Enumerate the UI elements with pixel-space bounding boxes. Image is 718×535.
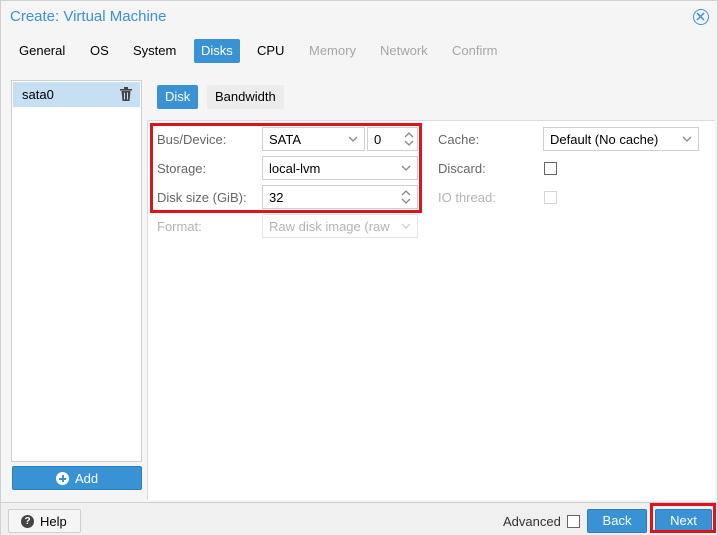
add-disk-button[interactable]: Add xyxy=(12,466,142,490)
question-icon: ? xyxy=(21,515,34,528)
tab-os[interactable]: OS xyxy=(83,39,116,63)
disk-form: Bus/Device: SATA 0 Storage: local-lvm Di… xyxy=(147,120,715,500)
cache-value: Default (No cache) xyxy=(550,132,659,147)
next-button[interactable]: Next xyxy=(655,509,712,533)
advanced-label: Advanced xyxy=(503,514,561,529)
add-button-label: Add xyxy=(75,471,99,486)
io-thread-label: IO thread: xyxy=(438,190,496,205)
tab-network: Network xyxy=(380,43,428,58)
tab-confirm: Confirm xyxy=(452,43,498,58)
trash-icon[interactable] xyxy=(120,87,132,101)
advanced-checkbox[interactable] xyxy=(567,515,580,528)
create-vm-dialog: Create: Virtual Machine General OS Syste… xyxy=(0,0,718,535)
spinner-icon[interactable] xyxy=(403,131,415,147)
disk-item-label: sata0 xyxy=(22,87,54,102)
close-icon[interactable] xyxy=(693,9,709,25)
disk-list: sata0 xyxy=(11,80,142,462)
storage-label: Storage: xyxy=(157,161,207,176)
format-label: Format: xyxy=(157,219,202,234)
dialog-title: Create: Virtual Machine xyxy=(10,8,167,25)
disks-panel: sata0 Add Disk Bandwidth Bus/Device: SAT… xyxy=(1,70,717,500)
device-stepper[interactable]: 0 xyxy=(367,127,418,151)
dialog-footer: ? Help Advanced Back Next xyxy=(1,502,717,535)
chevron-down-icon xyxy=(401,223,411,229)
tab-cpu[interactable]: CPU xyxy=(250,39,291,63)
plus-circle-icon xyxy=(56,472,69,485)
disk-size-stepper[interactable]: 32 xyxy=(262,185,418,209)
back-button[interactable]: Back xyxy=(587,509,647,533)
disk-list-item[interactable]: sata0 xyxy=(13,82,140,107)
cache-label: Cache: xyxy=(438,132,480,147)
bus-value: SATA xyxy=(269,132,302,147)
chevron-down-icon xyxy=(348,136,358,142)
tab-disks[interactable]: Disks xyxy=(194,39,240,63)
subtab-bandwidth[interactable]: Bandwidth xyxy=(207,85,284,109)
io-thread-checkbox xyxy=(544,191,557,204)
format-select: Raw disk image (raw xyxy=(262,214,418,238)
device-value: 0 xyxy=(374,132,382,147)
disk-size-value: 32 xyxy=(269,190,284,205)
bus-select[interactable]: SATA xyxy=(262,127,365,151)
spinner-icon[interactable] xyxy=(400,189,412,205)
tab-general[interactable]: General xyxy=(12,39,72,63)
tab-system[interactable]: System xyxy=(126,39,183,63)
storage-value: local-lvm xyxy=(269,161,321,176)
tab-memory: Memory xyxy=(309,43,356,58)
disk-size-label: Disk size (GiB): xyxy=(157,190,247,205)
wizard-tabs: General OS System Disks CPU Memory Netwo… xyxy=(1,39,717,65)
subtab-disk[interactable]: Disk xyxy=(157,85,199,109)
discard-label: Discard: xyxy=(438,161,486,176)
format-value: Raw disk image (raw xyxy=(269,219,390,234)
help-button[interactable]: ? Help xyxy=(8,509,81,533)
chevron-down-icon xyxy=(401,165,411,171)
help-label: Help xyxy=(40,514,67,529)
discard-checkbox[interactable] xyxy=(544,162,557,175)
chevron-down-icon xyxy=(682,136,692,142)
storage-select[interactable]: local-lvm xyxy=(262,156,418,180)
bus-device-label: Bus/Device: xyxy=(157,132,227,147)
cache-select[interactable]: Default (No cache) xyxy=(543,127,699,151)
title-bar: Create: Virtual Machine xyxy=(1,1,717,33)
